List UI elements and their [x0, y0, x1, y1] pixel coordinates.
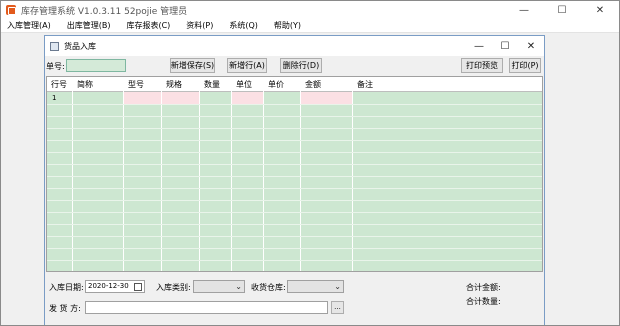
inbound-date-label: 入库日期: [49, 283, 84, 292]
form-footer: 入库日期: 2020-12-30 入库类别: ⌄ 收货仓库: ⌄ 合计金额: 合… [45, 277, 544, 325]
header-row-no: 行号 [47, 77, 73, 92]
grid-row-line [47, 212, 542, 213]
grid-col-divider [263, 77, 264, 271]
grid-row-line [47, 260, 542, 261]
grid-col-divider [123, 77, 124, 271]
cell-spec-editable[interactable] [162, 92, 199, 104]
inbound-date-picker[interactable]: 2020-12-30 [85, 280, 145, 293]
header-quantity: 数量 [200, 77, 232, 92]
header-short-name: 简称 [73, 77, 124, 92]
child-minimize-button[interactable]: — [466, 36, 492, 56]
chevron-down-icon: ⌄ [334, 282, 341, 291]
delete-row-button[interactable]: 删除行(D) [280, 58, 322, 73]
app-title: 库存管理系统 V1.0.3.11 52pojie 管理员 [21, 6, 188, 17]
grid-row-line [47, 128, 542, 129]
grid-col-divider [199, 77, 200, 271]
inbound-type-label: 入库类别: [156, 283, 191, 292]
menu-outbound[interactable]: 出库管理(B) [59, 20, 119, 31]
child-titlebar: 货品入库 — ☐ ✕ [45, 36, 544, 56]
menu-inbound[interactable]: 入库管理(A) [1, 20, 59, 31]
total-qty-label: 合计数量: [466, 297, 501, 306]
child-close-button[interactable]: ✕ [518, 36, 544, 56]
grid-row-line [47, 152, 542, 153]
grid-row-line [47, 188, 542, 189]
grid-col-divider [231, 77, 232, 271]
inbound-child-window: 货品入库 — ☐ ✕ 单号: 新增保存(S) 新增行(A) 删除行(D) 打印预… [44, 35, 545, 325]
inbound-date-value: 2020-12-30 [88, 282, 129, 290]
sender-browse-button[interactable]: ... [331, 301, 344, 314]
grid-header: 行号 简称 型号 规格 数量 单位 单价 金额 备注 [47, 77, 542, 92]
grid-row-line [47, 164, 542, 165]
app-titlebar: 库存管理系统 V1.0.3.11 52pojie 管理员 — ☐ ✕ [1, 1, 619, 19]
table-row-number: 1 [52, 94, 57, 102]
cell-amount-editable[interactable] [301, 92, 352, 104]
form-icon [50, 41, 59, 51]
inbound-type-select[interactable]: ⌄ [193, 280, 245, 293]
app-window: 库存管理系统 V1.0.3.11 52pojie 管理员 — ☐ ✕ 入库管理(… [0, 0, 620, 326]
doc-no-label: 单号: [46, 62, 65, 71]
grid-row-line [47, 248, 542, 249]
chevron-down-icon: ⌄ [235, 282, 242, 291]
toolbar: 单号: 新增保存(S) 新增行(A) 删除行(D) 打印预览 打印(P) [45, 57, 544, 75]
child-title: 货品入库 [64, 41, 96, 51]
grid-row-line [47, 224, 542, 225]
calendar-icon[interactable] [134, 283, 142, 291]
header-spec: 规格 [162, 77, 200, 92]
menu-bar: 入库管理(A) 出库管理(B) 库存报表(C) 资料(P) 系统(Q) 帮助(Y… [1, 19, 619, 33]
header-amount: 金额 [301, 77, 353, 92]
add-save-button[interactable]: 新增保存(S) [170, 58, 215, 73]
window-controls: — ☐ ✕ [505, 1, 619, 19]
maximize-button[interactable]: ☐ [543, 1, 581, 19]
warehouse-select[interactable]: ⌄ [287, 280, 344, 293]
menu-system[interactable]: 系统(Q) [221, 20, 266, 31]
doc-no-input[interactable] [66, 59, 126, 72]
header-unit-price: 单价 [264, 77, 301, 92]
sender-input[interactable] [85, 301, 328, 314]
grid-col-divider [161, 77, 162, 271]
grid-row-line [47, 176, 542, 177]
header-remark: 备注 [357, 80, 373, 89]
menu-reports[interactable]: 库存报表(C) [118, 20, 178, 31]
grid-row-line [47, 200, 542, 201]
sender-label: 发 货 方: [49, 304, 81, 313]
grid-col-divider [352, 77, 353, 271]
total-amount-label: 合计金额: [466, 283, 501, 292]
grid-row-line [47, 104, 542, 105]
detail-grid[interactable]: 行号 简称 型号 规格 数量 单位 单价 金额 备注 1 [46, 76, 543, 272]
grid-row-line [47, 116, 542, 117]
warehouse-label: 收货仓库: [251, 283, 286, 292]
minimize-button[interactable]: — [505, 1, 543, 19]
grid-col-divider [72, 77, 73, 271]
child-maximize-button[interactable]: ☐ [492, 36, 518, 56]
menu-data[interactable]: 资料(P) [178, 20, 221, 31]
print-preview-button[interactable]: 打印预览 [461, 58, 503, 73]
cell-model-editable[interactable] [124, 92, 161, 104]
grid-col-divider [300, 77, 301, 271]
header-model: 型号 [124, 77, 162, 92]
print-button[interactable]: 打印(P) [509, 58, 541, 73]
menu-help[interactable]: 帮助(Y) [266, 20, 309, 31]
grid-row-line [47, 236, 542, 237]
close-button[interactable]: ✕ [581, 1, 619, 19]
child-window-controls: — ☐ ✕ [466, 36, 544, 56]
header-unit: 单位 [232, 77, 264, 92]
add-row-button[interactable]: 新增行(A) [227, 58, 267, 73]
app-logo-icon [6, 5, 16, 15]
cell-unit-editable[interactable] [232, 92, 263, 104]
grid-row-line [47, 140, 542, 141]
